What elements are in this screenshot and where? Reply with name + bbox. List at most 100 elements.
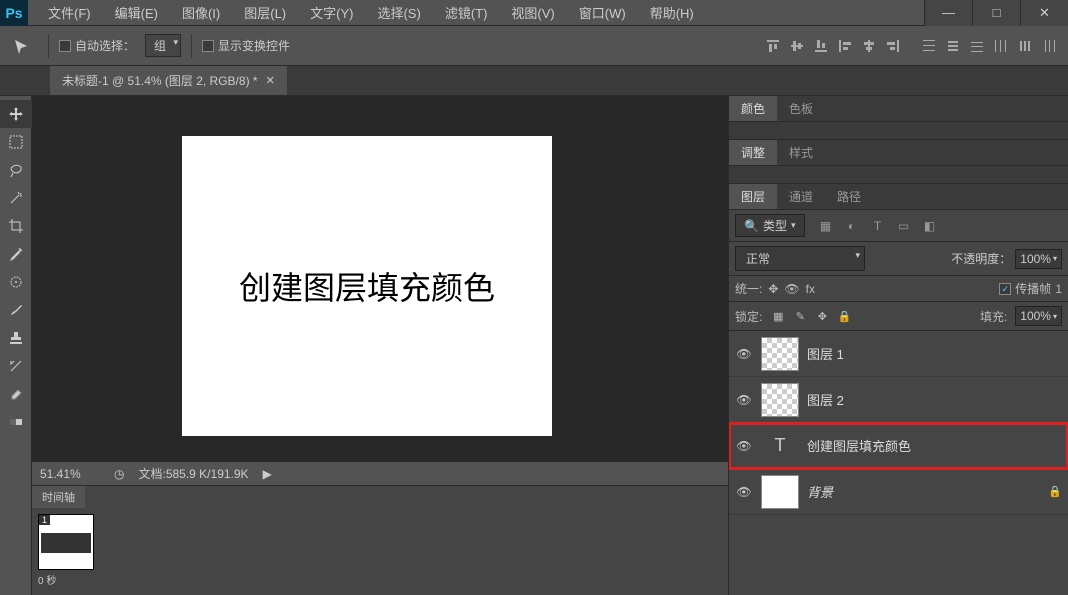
layer-row[interactable]: 👁 背景 🔒: [729, 469, 1068, 515]
align-left-icon[interactable]: [834, 35, 856, 57]
visibility-toggle[interactable]: 👁: [735, 439, 753, 453]
tab-swatches[interactable]: 色板: [777, 96, 825, 121]
lasso-tool[interactable]: [0, 156, 32, 184]
zoom-level[interactable]: 51.41%: [40, 467, 100, 481]
filter-type-icon[interactable]: T: [869, 217, 887, 235]
tab-paths[interactable]: 路径: [825, 184, 873, 209]
type-layer-icon[interactable]: T: [761, 429, 799, 463]
layer-row[interactable]: 👁 图层 1: [729, 331, 1068, 377]
filter-type-dropdown[interactable]: 🔍 类型 ▾: [735, 214, 805, 237]
unify-style-icon[interactable]: fx: [806, 282, 815, 296]
tab-color[interactable]: 颜色: [729, 96, 777, 121]
unify-position-icon[interactable]: ✥: [768, 282, 778, 296]
menu-view[interactable]: 视图(V): [501, 0, 564, 26]
eraser-tool[interactable]: [0, 380, 32, 408]
marquee-tool[interactable]: [0, 128, 32, 156]
auto-select-checkbox[interactable]: 自动选择：: [59, 37, 135, 54]
layer-name[interactable]: 背景: [807, 482, 1040, 501]
move-tool[interactable]: [0, 100, 32, 128]
menu-edit[interactable]: 编辑(E): [105, 0, 168, 26]
unify-visibility-icon[interactable]: 👁: [784, 282, 799, 296]
distribute-bottom-icon[interactable]: [966, 35, 988, 57]
lock-icon: 🔒: [1048, 485, 1062, 498]
frame-number: 1: [39, 515, 50, 525]
propagate-checkbox[interactable]: ✓ 传播帧 1: [999, 280, 1062, 297]
frame-delay[interactable]: 0 秒: [38, 572, 722, 587]
document-info[interactable]: 文档:585.9 K/191.9K: [138, 465, 248, 482]
distribute-right-icon[interactable]: [1038, 35, 1060, 57]
timeline-tab[interactable]: 时间轴: [32, 486, 85, 508]
visibility-toggle[interactable]: 👁: [735, 393, 753, 407]
history-brush-tool[interactable]: [0, 352, 32, 380]
menu-file[interactable]: 文件(F): [38, 0, 101, 26]
filter-adjust-icon[interactable]: ◐: [843, 217, 861, 235]
gradient-tool[interactable]: [0, 408, 32, 436]
tool-indicator[interactable]: [8, 34, 38, 58]
visibility-toggle[interactable]: 👁: [735, 485, 753, 499]
checkbox-icon: [59, 40, 71, 52]
layer-thumbnail[interactable]: [761, 383, 799, 417]
adjust-panel-tabs: 调整 样式: [729, 140, 1068, 166]
layer-thumbnail[interactable]: [761, 475, 799, 509]
maximize-button[interactable]: □: [972, 0, 1020, 26]
menu-select[interactable]: 选择(S): [367, 0, 430, 26]
menu-window[interactable]: 窗口(W): [569, 0, 636, 26]
chevron-down-icon: ▾: [791, 220, 796, 231]
tab-styles[interactable]: 样式: [777, 140, 825, 165]
flyout-icon[interactable]: ▶: [263, 467, 272, 481]
distribute-top-icon[interactable]: [918, 35, 940, 57]
layer-name[interactable]: 图层 2: [807, 390, 1062, 409]
chevron-down-icon: ▾: [1053, 312, 1057, 321]
align-right-icon[interactable]: [882, 35, 904, 57]
eyedropper-tool[interactable]: [0, 240, 32, 268]
layer-name[interactable]: 创建图层填充颜色: [807, 436, 1062, 455]
menu-layer[interactable]: 图层(L): [234, 0, 296, 26]
lock-transparency-icon[interactable]: ▦: [770, 308, 786, 324]
spot-heal-tool[interactable]: [0, 268, 32, 296]
lock-position-icon[interactable]: ✥: [814, 308, 830, 324]
distribute-hcenter-icon[interactable]: [1014, 35, 1036, 57]
align-vcenter-icon[interactable]: [786, 35, 808, 57]
tab-adjustments[interactable]: 调整: [729, 140, 777, 165]
layer-thumbnail[interactable]: [761, 337, 799, 371]
frame-thumbnail[interactable]: 1: [38, 514, 94, 570]
visibility-toggle[interactable]: 👁: [735, 347, 753, 361]
brush-tool[interactable]: [0, 296, 32, 324]
layer-row[interactable]: 👁 T 创建图层填充颜色: [729, 423, 1068, 469]
layer-row[interactable]: 👁 图层 2: [729, 377, 1068, 423]
filter-smart-icon[interactable]: ◧: [921, 217, 939, 235]
close-icon[interactable]: ✕: [266, 74, 275, 87]
stamp-tool[interactable]: [0, 324, 32, 352]
tab-channels[interactable]: 通道: [777, 184, 825, 209]
filter-shape-icon[interactable]: ▭: [895, 217, 913, 235]
align-bottom-icon[interactable]: [810, 35, 832, 57]
canvas-viewport[interactable]: 创建图层填充颜色: [32, 96, 728, 461]
show-transform-checkbox[interactable]: 显示变换控件: [202, 37, 290, 54]
menu-type[interactable]: 文字(Y): [300, 0, 363, 26]
distribute-left-icon[interactable]: [990, 35, 1012, 57]
menu-image[interactable]: 图像(I): [172, 0, 230, 26]
fill-input[interactable]: 100%▾: [1015, 306, 1062, 326]
lock-pixels-icon[interactable]: ✎: [792, 308, 808, 324]
wand-tool[interactable]: [0, 184, 32, 212]
menu-filter[interactable]: 滤镜(T): [435, 0, 498, 26]
color-panel-tabs: 颜色 色板: [729, 96, 1068, 122]
align-top-icon[interactable]: [762, 35, 784, 57]
align-hcenter-icon[interactable]: [858, 35, 880, 57]
menu-help[interactable]: 帮助(H): [640, 0, 704, 26]
opacity-input[interactable]: 100%▾: [1015, 249, 1062, 269]
distribute-vcenter-icon[interactable]: [942, 35, 964, 57]
layer-name[interactable]: 图层 1: [807, 344, 1062, 363]
toolbox: [0, 96, 32, 595]
tab-layers[interactable]: 图层: [729, 184, 777, 209]
layer-list: 👁 图层 1 👁 图层 2 👁 T 创建图层填充颜色 👁 背景 🔒: [729, 331, 1068, 595]
lock-all-icon[interactable]: 🔒: [836, 308, 852, 324]
document-tab[interactable]: 未标题-1 @ 51.4% (图层 2, RGB/8) * ✕: [50, 66, 287, 95]
close-button[interactable]: ✕: [1020, 0, 1068, 26]
blend-mode-dropdown[interactable]: 正常: [735, 246, 865, 271]
filter-pixel-icon[interactable]: ▦: [817, 217, 835, 235]
minimize-button[interactable]: —: [924, 0, 972, 26]
main: 创建图层填充颜色 51.41% ◷ 文档:585.9 K/191.9K ▶ 时间…: [0, 96, 1068, 595]
auto-select-dropdown[interactable]: 组: [145, 34, 181, 57]
crop-tool[interactable]: [0, 212, 32, 240]
